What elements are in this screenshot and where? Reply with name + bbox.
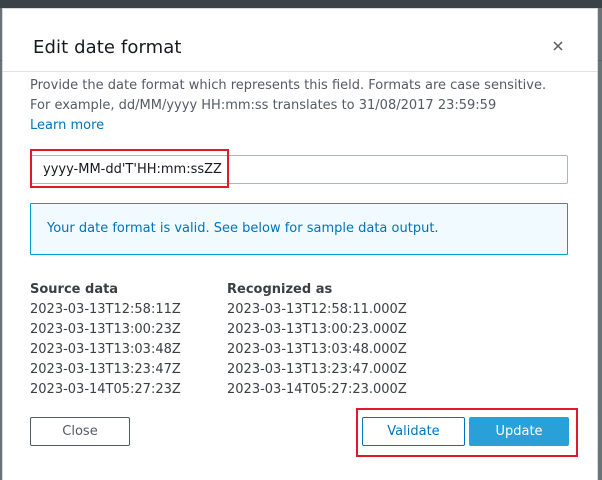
background-top-bar <box>0 0 602 8</box>
table-cell: 2023-03-13T13:23:47.000Z <box>227 362 407 377</box>
description-line-1: Provide the date format which represents… <box>30 78 547 93</box>
table-cell: 2023-03-13T13:03:48.000Z <box>227 342 407 357</box>
validate-button[interactable]: Validate <box>362 417 465 446</box>
dialog-description: Provide the date format which represents… <box>30 76 570 136</box>
validation-success-alert: Your date format is valid. See below for… <box>30 203 568 255</box>
table-cell: 2023-03-14T05:27:23Z <box>30 382 181 397</box>
close-icon[interactable] <box>551 38 565 52</box>
dialog-header: Edit date format <box>3 9 597 72</box>
dialog-title: Edit date format <box>33 37 182 58</box>
table-cell: 2023-03-13T13:00:23.000Z <box>227 322 407 337</box>
recognized-as-column: Recognized as 2023-03-13T12:58:11.000Z 2… <box>227 280 427 400</box>
date-format-input[interactable] <box>30 155 568 184</box>
table-cell: 2023-03-13T12:58:11Z <box>30 302 181 317</box>
learn-more-link[interactable]: Learn more <box>30 118 104 133</box>
source-data-header: Source data <box>30 282 119 297</box>
recognized-as-header: Recognized as <box>227 282 333 297</box>
table-cell: 2023-03-14T05:27:23.000Z <box>227 382 407 397</box>
table-cell: 2023-03-13T13:03:48Z <box>30 342 181 357</box>
source-data-column: Source data 2023-03-13T12:58:11Z 2023-03… <box>30 280 230 400</box>
close-button[interactable]: Close <box>30 417 130 446</box>
update-button[interactable]: Update <box>469 417 569 446</box>
table-cell: 2023-03-13T13:23:47Z <box>30 362 181 377</box>
description-line-2: For example, dd/MM/yyyy HH:mm:ss transla… <box>30 98 497 113</box>
table-cell: 2023-03-13T12:58:11.000Z <box>227 302 407 317</box>
table-cell: 2023-03-13T13:00:23Z <box>30 322 181 337</box>
